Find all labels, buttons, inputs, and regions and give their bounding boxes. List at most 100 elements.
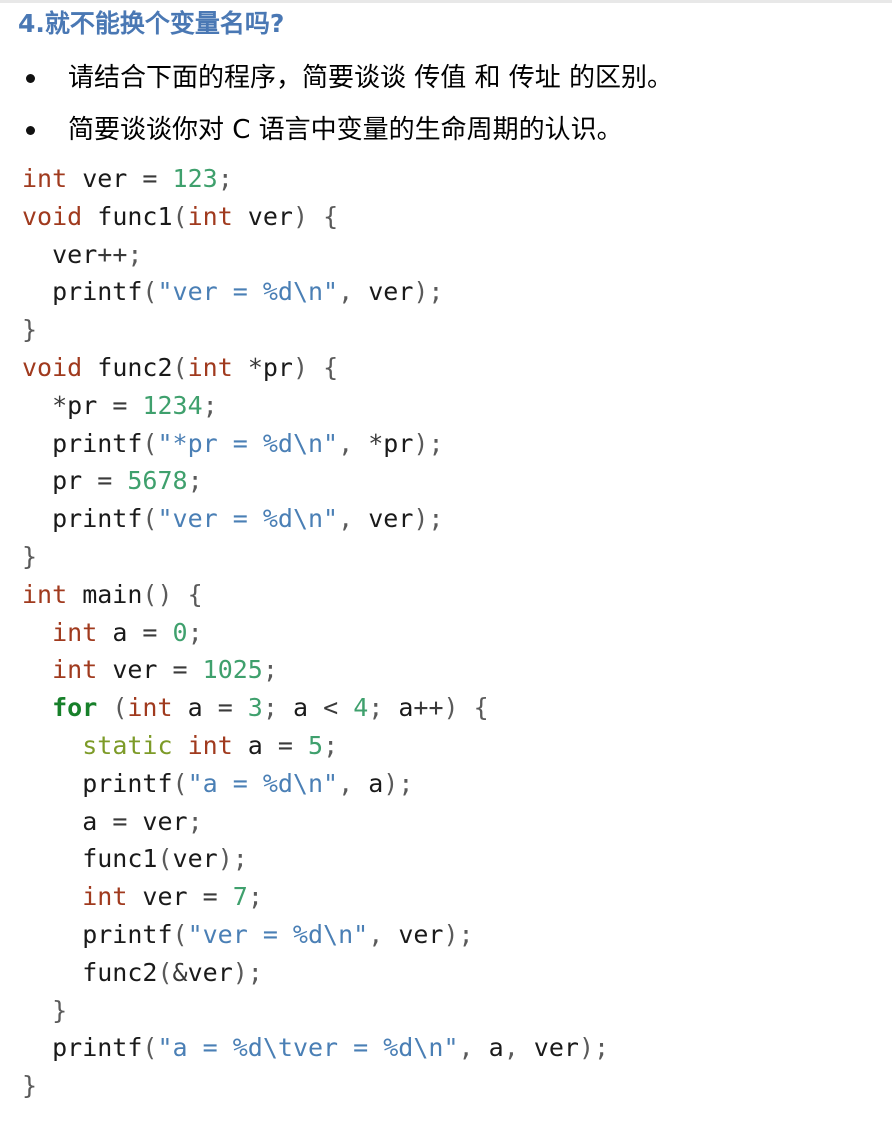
- code-token-punct: }: [52, 995, 68, 1025]
- code-line: printf("ver = %d\n", ver);: [22, 916, 609, 954]
- code-token-plain: ver: [172, 844, 218, 874]
- code-line: void func1(int ver) {: [22, 198, 609, 236]
- bullet-list: 请结合下面的程序，简要谈谈 传值 和 传址 的区别。 简要谈谈你对 C 语言中变量…: [0, 52, 892, 156]
- code-line: }: [22, 992, 609, 1030]
- page-title: 4.就不能换个变量名吗?: [18, 9, 285, 38]
- code-token-op: =: [142, 164, 173, 193]
- code-line: void func2(int *pr) {: [22, 349, 609, 387]
- code-token-kw: int: [52, 617, 98, 647]
- code-token-plain: pr: [383, 428, 414, 458]
- code-line: int main() {: [22, 576, 609, 614]
- code-token-kw: int: [127, 693, 173, 723]
- code-token-punct: );: [217, 844, 248, 874]
- code-token-op: =: [112, 806, 143, 836]
- page-top-edge: [0, 0, 892, 3]
- code-token-num: 4: [353, 693, 369, 723]
- code-token-punct: }: [22, 315, 38, 345]
- code-token-op: =: [172, 655, 203, 685]
- code-token-plain: main: [67, 579, 143, 609]
- code-token-plain: a: [22, 806, 113, 836]
- code-token-op: =: [142, 617, 173, 647]
- code-token-kw: int: [22, 579, 68, 609]
- code-token-punct: (: [172, 352, 188, 382]
- code-token-punct: (: [142, 428, 158, 458]
- code-line: }: [22, 538, 609, 576]
- code-token-punct: {: [187, 579, 203, 609]
- list-item-label: 请结合下面的程序，简要谈谈 传值 和 传址 的区别。: [68, 63, 674, 93]
- code-token-punct: );: [413, 277, 444, 307]
- code-token-str: "a = %d\n": [187, 768, 339, 798]
- code-token-kw: int: [82, 882, 128, 912]
- code-token-plain: ver: [232, 201, 293, 231]
- code-token-punct: ,: [338, 504, 369, 534]
- code-token-kw: void: [22, 201, 83, 231]
- code-token-punct: {: [473, 693, 489, 723]
- code-token-plain: a: [368, 768, 384, 798]
- code-token-plain: ver: [187, 957, 233, 987]
- code-token-op: ++: [97, 239, 128, 269]
- code-token-num: 3: [247, 693, 263, 723]
- code-line: }: [22, 1067, 609, 1105]
- code-token-plain: ver: [368, 277, 414, 307]
- code-token-punct: ,: [338, 768, 369, 798]
- code-token-plain: printf: [22, 277, 143, 307]
- code-token-punct: ;: [202, 390, 218, 420]
- code-token-punct: }: [22, 541, 38, 571]
- code-token-op: *: [52, 390, 68, 420]
- code-token-punct: ;: [262, 693, 293, 723]
- code-line: ver++;: [22, 236, 609, 274]
- code-token-plain: ver: [533, 1033, 579, 1063]
- bullet-dot-icon: [26, 126, 35, 135]
- code-token-plain: printf: [22, 1033, 143, 1063]
- code-token-plain: a: [97, 617, 143, 647]
- code-line: pr = 5678;: [22, 462, 609, 500]
- code-token-plain: func2: [22, 957, 158, 987]
- code-token-op: =: [217, 693, 248, 723]
- code-token-plain: a: [398, 693, 414, 723]
- code-token-op: &: [172, 957, 188, 987]
- code-token-str: "ver = %d\n": [187, 919, 369, 949]
- code-line: *pr = 1234;: [22, 387, 609, 425]
- code-token-plain: ver: [398, 919, 444, 949]
- code-token-punct: ;: [368, 693, 399, 723]
- code-token-punct: (: [142, 504, 158, 534]
- code-line: a = ver;: [22, 803, 609, 841]
- code-token-punct: (: [142, 1033, 158, 1063]
- code-token-punct: (): [142, 579, 188, 609]
- code-token-punct: ,: [338, 428, 369, 458]
- code-line: printf("ver = %d\n", ver);: [22, 500, 609, 538]
- code-token-punct: ): [292, 201, 324, 231]
- code-token-punct: ;: [187, 617, 203, 647]
- code-token-plain: ver: [368, 504, 414, 534]
- code-token-op: =: [202, 882, 233, 912]
- code-line: printf("a = %d\n", a);: [22, 765, 609, 803]
- code-token-punct: );: [578, 1033, 610, 1063]
- code-token-punct: (: [157, 844, 173, 874]
- code-line: func2(&ver);: [22, 954, 609, 992]
- code-token-plain: printf: [22, 428, 143, 458]
- code-token-plain: a: [488, 1033, 504, 1063]
- code-token-plain: pr: [22, 466, 98, 496]
- code-token-punct: (: [172, 768, 188, 798]
- code-token-punct: (: [97, 693, 128, 723]
- code-line: printf("*pr = %d\n", *pr);: [22, 425, 609, 463]
- code-token-punct: {: [323, 352, 339, 382]
- list-item-label: 简要谈谈你对 C 语言中变量的生命周期的认识。: [68, 115, 623, 145]
- code-token-num: 0: [172, 617, 188, 647]
- code-token-num: 7: [232, 882, 248, 912]
- code-token-kw: int: [22, 164, 68, 193]
- code-token-plain: a: [292, 693, 324, 723]
- code-line: int ver = 123;: [22, 160, 609, 198]
- code-token-kw2: static: [82, 730, 173, 760]
- code-token-punct: ,: [503, 1033, 534, 1063]
- code-token-punct: ;: [323, 730, 339, 760]
- code-token-num: 1234: [142, 390, 203, 420]
